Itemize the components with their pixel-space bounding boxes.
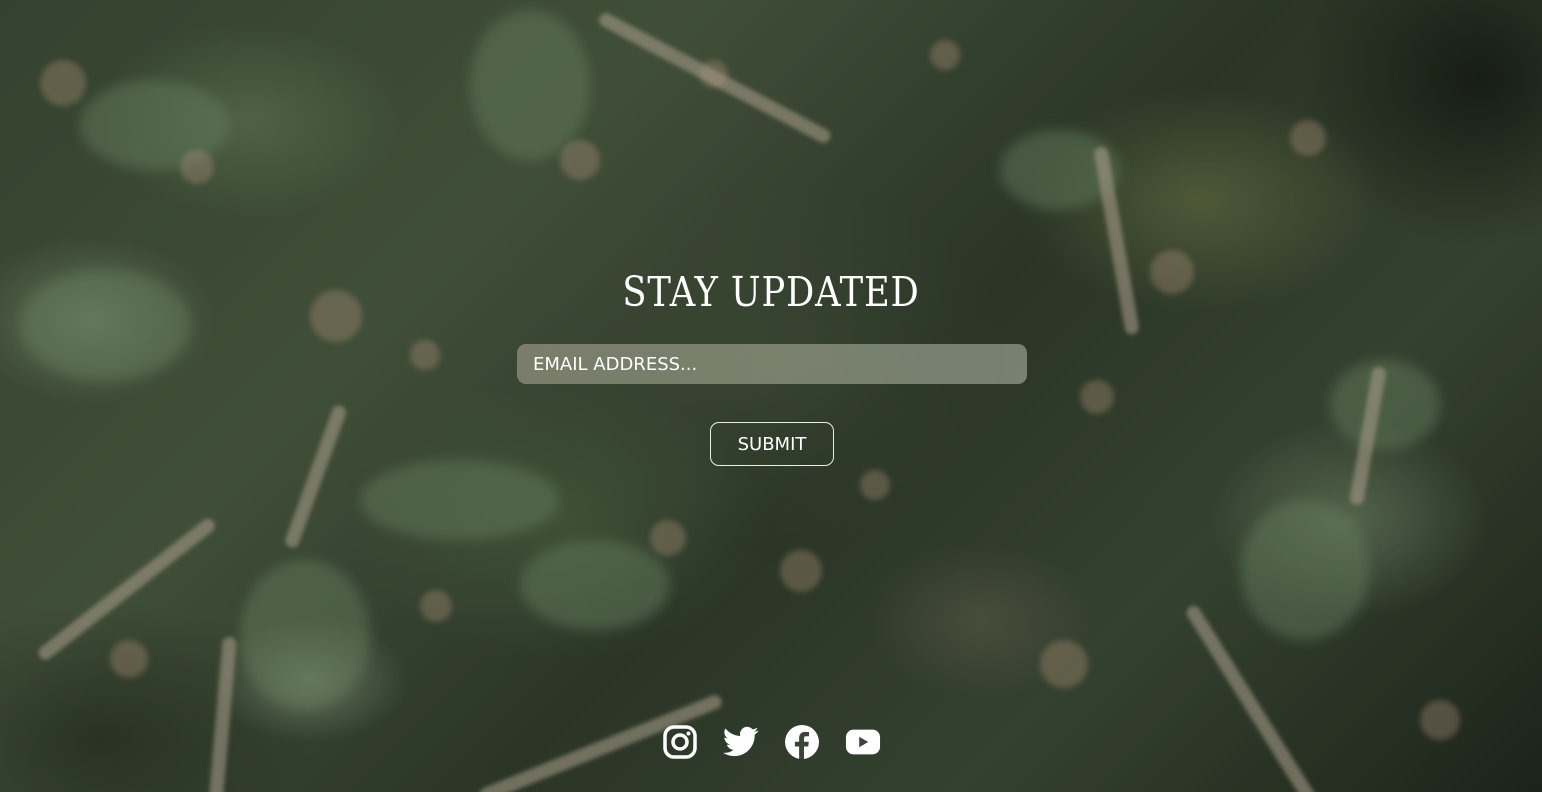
- newsletter-section: STAY UPDATED SUBMIT: [0, 0, 1542, 792]
- newsletter-heading: STAY UPDATED: [622, 268, 920, 316]
- instagram-link[interactable]: [662, 722, 698, 762]
- twitter-icon: [722, 726, 758, 757]
- facebook-link[interactable]: [784, 722, 820, 762]
- social-links: [0, 722, 1542, 762]
- youtube-link[interactable]: [845, 722, 881, 762]
- email-input[interactable]: [517, 344, 1027, 384]
- submit-button[interactable]: SUBMIT: [710, 422, 834, 466]
- instagram-icon: [662, 725, 697, 759]
- twitter-link[interactable]: [722, 722, 759, 762]
- facebook-icon: [784, 725, 819, 759]
- youtube-icon: [845, 729, 880, 755]
